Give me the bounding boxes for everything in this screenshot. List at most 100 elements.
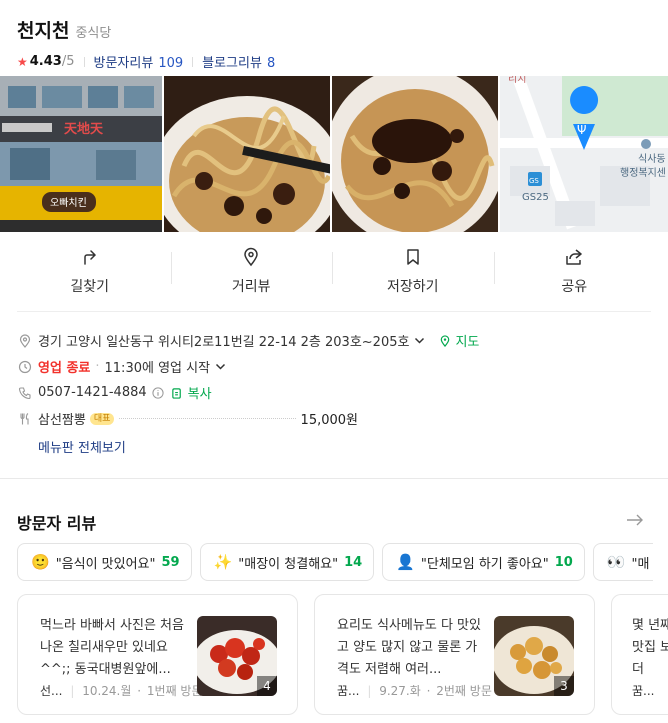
sparkle-icon: ✨ [213, 553, 233, 571]
smile-icon: 🙂 [31, 553, 50, 571]
review-meta: 꿈... [632, 682, 654, 699]
svg-text:Ψ: Ψ [577, 123, 586, 137]
chip-count: 10 [554, 554, 573, 570]
menu-item-name: 삼선짬뽕 [38, 413, 86, 428]
directions-icon [84, 249, 96, 265]
photo-count: 4 [257, 676, 277, 696]
review-visit: 2번째 방문 [436, 684, 492, 698]
map-image: 리치 Ψ GS GS25 식사동 행정복지센 [500, 76, 668, 232]
phone-number[interactable]: 0507-1421-4884 [38, 385, 147, 400]
action-bar: 길찾기 거리뷰 저장하기 공유 [9, 236, 655, 306]
food-photo-noodles-2[interactable] [332, 76, 498, 232]
photo-strip: 天地天 오빠치킨 리치 Ψ GS GS25 식사동 행정복지센 [0, 76, 668, 232]
chip-text: "매장이 청결해요" [238, 556, 339, 572]
street-view-icon [244, 247, 259, 266]
review-date: 9.27.화 [379, 684, 421, 698]
save-button[interactable]: 저장하기 [332, 236, 494, 306]
jjajang-image [332, 76, 498, 232]
rating-value: 4.43 [29, 54, 62, 69]
dotted-leader [119, 418, 296, 419]
chevron-down-icon[interactable] [414, 333, 425, 348]
directions-label: 길찾기 [70, 278, 110, 295]
status-closed: 영업 종료 [38, 361, 91, 376]
svg-text:식사동: 식사동 [638, 153, 666, 165]
review-photo[interactable]: 3 [494, 616, 574, 696]
arrow-right-icon[interactable] [626, 513, 644, 527]
chip-text: "음식이 맛있어요" [55, 556, 156, 572]
dot-separator: · [137, 684, 142, 698]
keyword-chip[interactable]: 👤 "단체모임 하기 좋아요" 10 [382, 543, 585, 581]
svg-text:오빠치킨: 오빠치킨 [50, 197, 87, 209]
place-name: 천지천 [17, 20, 70, 42]
review-card-partial[interactable]: 몇 년째 집 맛집 보다 더 꿈... [611, 594, 668, 715]
meta-divider [83, 56, 85, 67]
opening-hours: 11:30에 영업 시작 [104, 361, 211, 376]
copy-label: 복사 [187, 387, 212, 402]
street-view-label: 거리뷰 [231, 278, 271, 295]
meta-divider: | [70, 684, 75, 698]
place-info: 경기 고양시 일산동구 위시티2로11번길 22-14 2층 203호~205호… [17, 328, 479, 460]
menu-all-link[interactable]: 메뉴판 전체보기 [17, 432, 479, 460]
blog-review-label: 블로그리뷰 [202, 56, 262, 71]
keyword-chip[interactable]: ✨ "매장이 청결해요" 14 [199, 543, 375, 581]
review-meta: 꿈... | 9.27.화 · 2번째 방문 [337, 682, 492, 699]
review-author: 선... [40, 684, 63, 698]
clock-icon [17, 360, 33, 374]
street-view-button[interactable]: 거리뷰 [170, 236, 333, 306]
review-card[interactable]: 요리도 식사메뉴도 다 맛있고 양도 많지 않고 물론 가격도 저렴해 여러..… [314, 594, 595, 715]
review-text: 먹느라 바빠서 사진은 처음 나온 칠리새우만 있네요^^;; 동국대병원앞에.… [40, 618, 184, 677]
review-card[interactable]: 먹느라 바빠서 사진은 처음 나온 칠리새우만 있네요^^;; 동국대병원앞에.… [17, 594, 298, 715]
map-link[interactable]: 지도 [433, 331, 479, 350]
share-button[interactable]: 공유 [493, 236, 656, 306]
copy-button[interactable]: 복사 [169, 383, 212, 402]
chip-count: 14 [344, 554, 363, 570]
meta-divider [192, 56, 194, 67]
review-photo[interactable]: 4 [197, 616, 277, 696]
storefront-photo[interactable]: 天地天 오빠치킨 [0, 76, 162, 232]
phone-row: 0507-1421-4884 복사 [17, 380, 479, 405]
phone-icon [17, 386, 33, 400]
share-label: 공유 [561, 278, 588, 295]
map-pin-icon [438, 334, 451, 347]
dot-separator: · [95, 359, 100, 374]
review-meta: 선... | 10.24.월 · 1번째 방문 [40, 682, 203, 699]
review-text: 요리도 식사메뉴도 다 맛있고 양도 많지 않고 물론 가격도 저렴해 여러..… [337, 618, 481, 677]
keyword-chip-partial[interactable]: 👀 "매 [592, 543, 653, 581]
dot-separator: · [426, 684, 431, 698]
menu-item-price: 15,000원 [300, 413, 358, 428]
review-author: 꿈... [632, 684, 655, 698]
address-text: 경기 고양시 일산동구 위시티2로11번길 22-14 2층 203호~205호 [38, 335, 410, 350]
star-icon: ★ [17, 54, 28, 69]
hours-row: 영업 종료 · 11:30에 영업 시작 [17, 354, 479, 379]
fork-knife-icon [17, 412, 33, 426]
chip-text: "매 [631, 556, 650, 572]
storefront-image: 天地天 오빠치킨 [0, 76, 162, 232]
section-separator [0, 478, 668, 479]
chip-text: "단체모임 하기 좋아요" [420, 556, 549, 572]
info-circle-icon[interactable] [152, 386, 165, 399]
food-photo-noodles-1[interactable] [164, 76, 330, 232]
keyword-chip[interactable]: 🙂 "음식이 맛있어요" 59 [17, 543, 192, 581]
directions-button[interactable]: 길찾기 [9, 236, 171, 306]
review-text: 몇 년째 집 맛집 보다 더 [632, 618, 668, 677]
address-row: 경기 고양시 일산동구 위시티2로11번길 22-14 2층 203호~205호… [17, 328, 479, 353]
blog-review-link[interactable]: 블로그리뷰 8 [202, 52, 275, 71]
visitor-review-link[interactable]: 방문자리뷰 109 [94, 52, 184, 71]
map-preview[interactable]: 리치 Ψ GS GS25 식사동 행정복지센 [500, 76, 668, 232]
chevron-down-icon[interactable] [215, 359, 226, 374]
signature-badge: 대표 [89, 412, 115, 425]
reviews-title: 방문자 리뷰 [17, 514, 97, 533]
person-icon: 👤 [396, 553, 415, 571]
bookmark-icon [407, 248, 419, 265]
review-visit: 1번째 방문 [146, 684, 203, 698]
save-label: 저장하기 [386, 278, 439, 295]
eyes-icon: 👀 [606, 553, 626, 571]
menu-row: 삼선짬뽕 대표 15,000원 [17, 406, 479, 431]
review-author: 꿈... [337, 684, 360, 698]
map-link-label: 지도 [455, 335, 480, 350]
meta-divider: | [367, 684, 372, 698]
svg-text:天地天: 天地天 [64, 121, 104, 137]
chip-count: 59 [161, 554, 180, 570]
rating-max: /5 [61, 54, 75, 69]
visitor-review-label: 방문자리뷰 [93, 56, 154, 71]
